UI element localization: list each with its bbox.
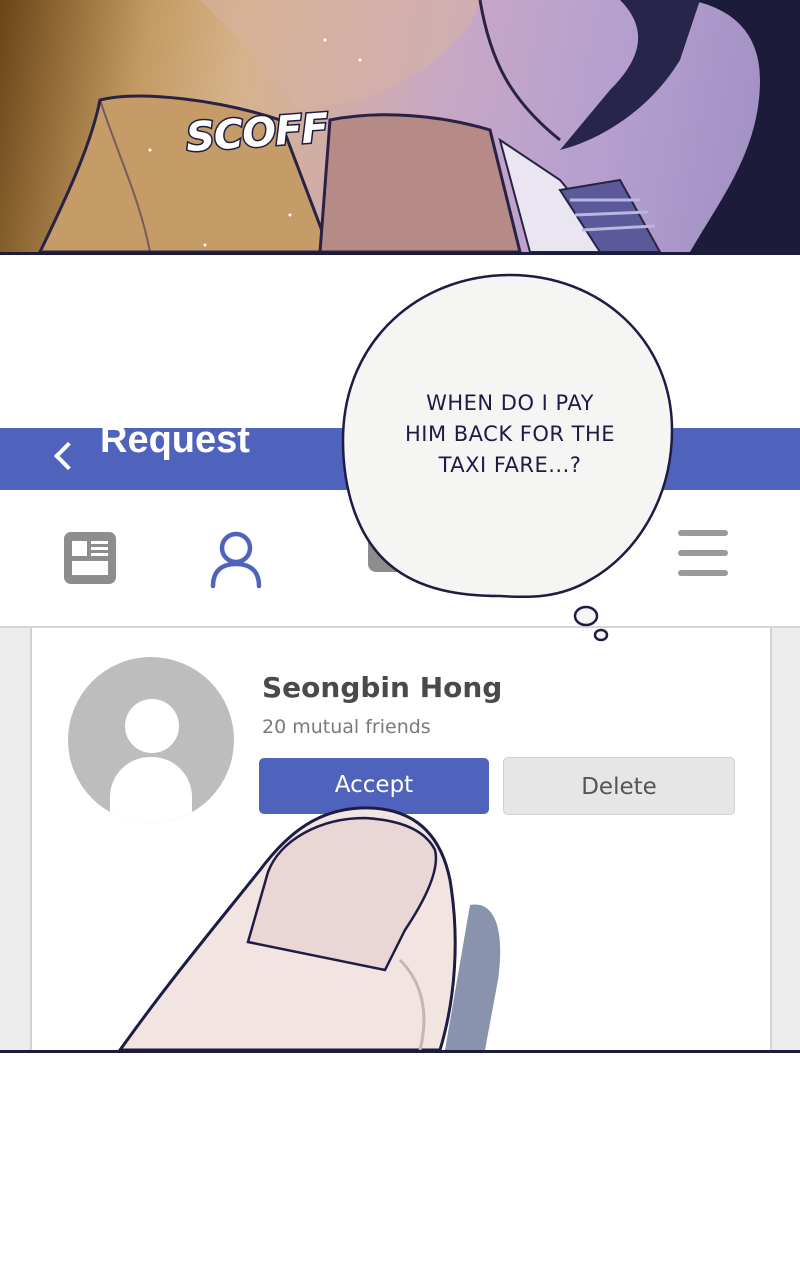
thought-line: HIM BACK FOR THE [404, 422, 616, 446]
thought-line: WHEN DO I PAY [426, 391, 594, 415]
thought-bubble [341, 273, 674, 642]
thought-bubble-text: WHEN DO I PAY HIM BACK FOR THE TAXI FARE… [380, 388, 640, 481]
thought-line: TAXI FARE...? [438, 453, 582, 477]
